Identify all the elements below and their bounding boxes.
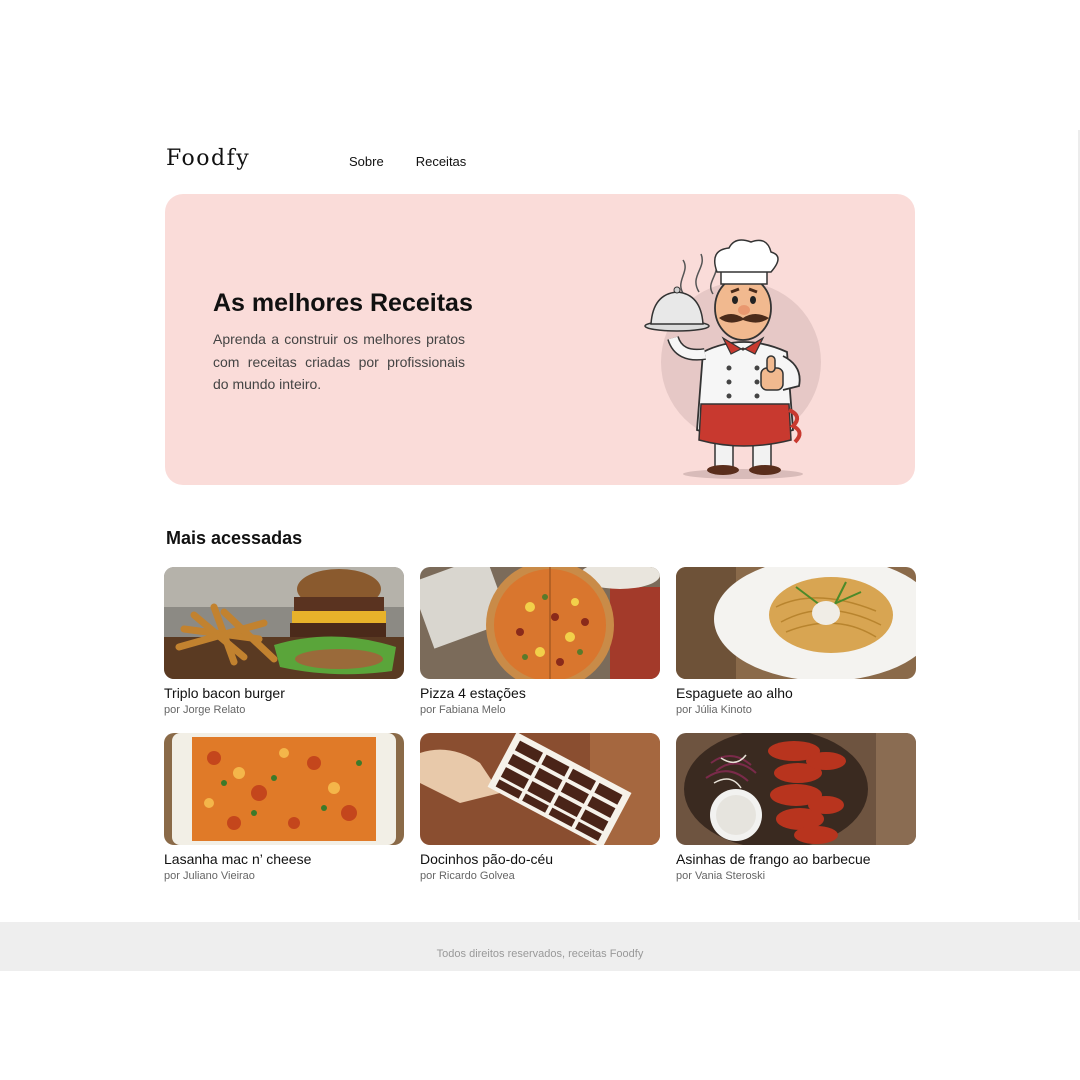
footer-text: Todos direitos reservados, receitas Food… bbox=[436, 948, 644, 960]
recipe-author: por Fabiana Melo bbox=[420, 704, 506, 716]
chef-illustration bbox=[644, 239, 821, 479]
site-footer: Todos direitos reservados, receitas Food… bbox=[0, 922, 1080, 971]
chicken-wings-photo[interactable] bbox=[676, 733, 916, 845]
lasagna-photo[interactable] bbox=[164, 733, 404, 845]
spaghetti-photo[interactable] bbox=[676, 567, 916, 679]
hero-description: Aprenda a construir os melhores pratos c… bbox=[213, 331, 465, 392]
recipe-title[interactable]: Triplo bacon burger bbox=[164, 685, 404, 701]
recipe-author: por Vania Steroski bbox=[676, 870, 766, 882]
recipe-title[interactable]: Espaguete ao alho bbox=[676, 685, 916, 701]
recipe-card[interactable]: Docinhos pão-do-céu por Ricardo Golvea bbox=[420, 733, 660, 899]
recipe-title[interactable]: Asinhas de frango ao barbecue bbox=[676, 851, 916, 867]
recipe-title[interactable]: Lasanha mac n’ cheese bbox=[164, 851, 404, 867]
recipe-card[interactable]: Lasanha mac n’ cheese por Juliano Vieira… bbox=[164, 733, 404, 899]
recipe-card[interactable]: Asinhas de frango ao barbecue por Vania … bbox=[676, 733, 916, 899]
recipe-title[interactable]: Pizza 4 estações bbox=[420, 685, 660, 701]
hero-title: As melhores Receitas bbox=[213, 289, 473, 317]
recipe-author: por Júlia Kinoto bbox=[676, 704, 752, 716]
recipe-author: por Juliano Vieirao bbox=[164, 870, 255, 882]
main-nav: Sobre Receitas bbox=[349, 154, 466, 169]
recipes-grid: Triplo bacon burger por Jorge Relato Piz… bbox=[164, 567, 916, 899]
recipe-author: por Jorge Relato bbox=[164, 704, 246, 716]
nav-link-sobre[interactable]: Sobre bbox=[349, 154, 384, 169]
recipe-card[interactable]: Pizza 4 estações por Fabiana Melo bbox=[420, 567, 660, 733]
chocolates-photo[interactable] bbox=[420, 733, 660, 845]
nav-link-receitas[interactable]: Receitas bbox=[416, 154, 467, 169]
pizza-photo[interactable] bbox=[420, 567, 660, 679]
section-title: Mais acessadas bbox=[166, 528, 303, 548]
recipe-title[interactable]: Docinhos pão-do-céu bbox=[420, 851, 660, 867]
recipe-card[interactable]: Espaguete ao alho por Júlia Kinoto bbox=[676, 567, 916, 733]
hero-banner: As melhores Receitas Aprenda a construir… bbox=[165, 194, 915, 485]
recipe-card[interactable]: Triplo bacon burger por Jorge Relato bbox=[164, 567, 404, 733]
site-logo[interactable]: Foodfy bbox=[166, 146, 250, 171]
burger-photo[interactable] bbox=[164, 567, 404, 679]
recipe-author: por Ricardo Golvea bbox=[420, 870, 515, 882]
